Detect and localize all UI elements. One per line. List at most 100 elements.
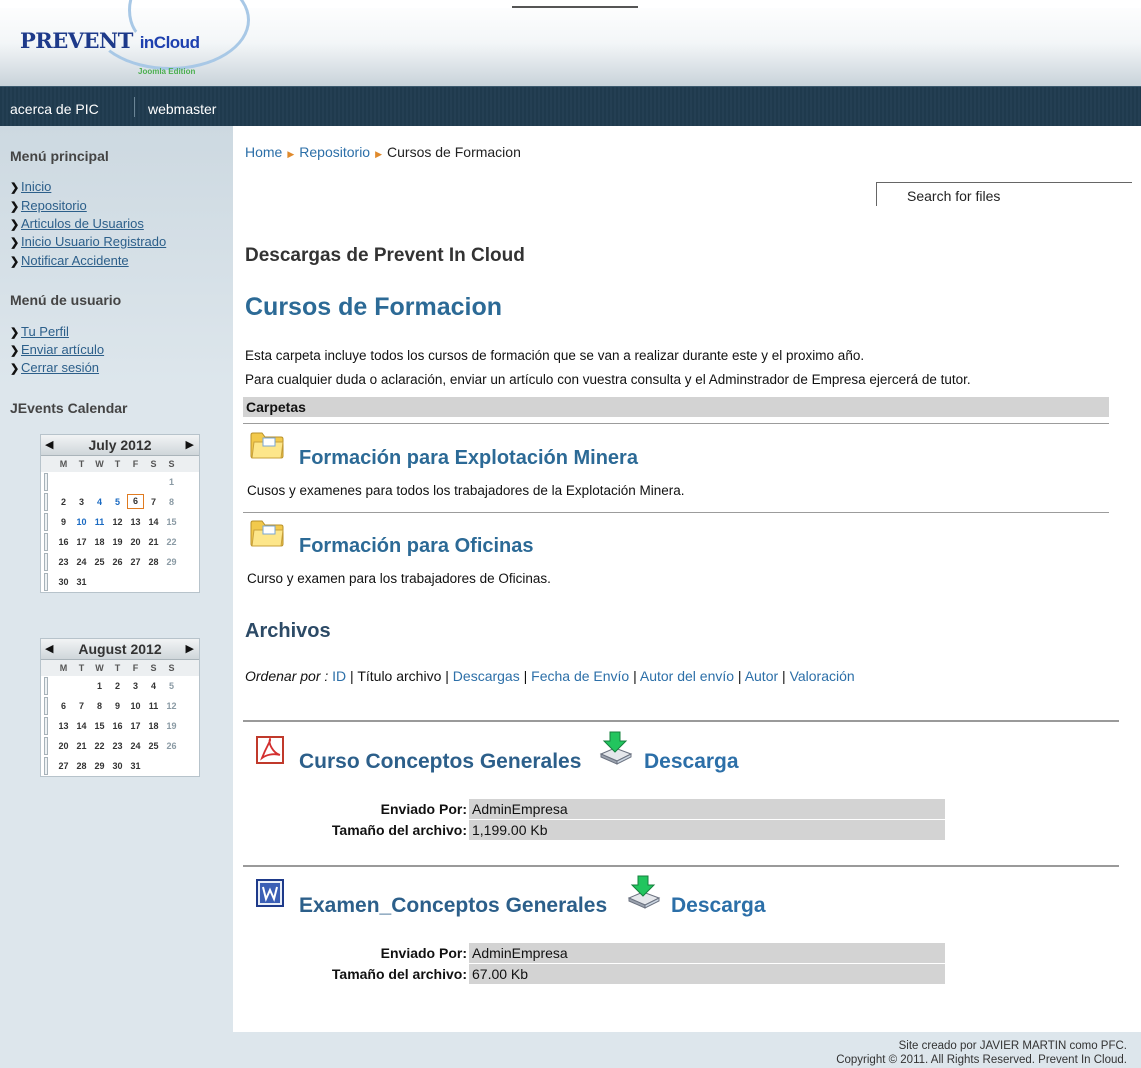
calendar-day[interactable]: 4 (145, 681, 162, 691)
calendar-day-today[interactable]: 6 (127, 494, 144, 509)
calendar-day[interactable]: 20 (127, 537, 144, 547)
folder-link-oficinas[interactable]: Formación para Oficinas (299, 535, 534, 558)
calendar-day[interactable]: 20 (55, 741, 72, 751)
folder-icon[interactable] (249, 517, 285, 547)
calendar-day[interactable]: 21 (73, 741, 90, 751)
calendar-day[interactable]: 5 (163, 681, 180, 691)
calendar-day[interactable]: 29 (163, 557, 180, 567)
calendar-day[interactable]: 9 (55, 517, 72, 527)
sort-id-link[interactable]: ID (332, 668, 346, 684)
week-link[interactable] (44, 717, 48, 735)
nav-item-about[interactable]: acerca de PIC (10, 101, 99, 117)
calendar-day[interactable]: 23 (109, 741, 126, 751)
calendar-day[interactable]: 18 (91, 537, 108, 547)
calendar-day[interactable]: 26 (163, 741, 180, 751)
calendar-day[interactable]: 24 (127, 741, 144, 751)
sort-author-link[interactable]: Autor (745, 668, 778, 684)
calendar-day[interactable]: 7 (73, 701, 90, 711)
calendar-day[interactable]: 29 (91, 761, 108, 771)
sort-rating-link[interactable]: Valoración (790, 668, 855, 684)
file-link-examen[interactable]: Examen_Conceptos Generales (299, 894, 607, 918)
calendar-day[interactable]: 12 (163, 701, 180, 711)
calendar-day[interactable]: 8 (163, 497, 180, 507)
search-input[interactable]: Search for files (876, 182, 1132, 206)
word-icon[interactable] (255, 878, 285, 908)
file-link-curso[interactable]: Curso Conceptos Generales (299, 750, 581, 774)
calendar-day[interactable]: 15 (163, 517, 180, 527)
calendar-day[interactable]: 3 (127, 681, 144, 691)
download-link[interactable]: Descarga (644, 750, 739, 774)
calendar-day[interactable]: 7 (145, 497, 162, 507)
week-link[interactable] (44, 493, 48, 511)
calendar-day[interactable]: 2 (55, 497, 72, 507)
calendar-day[interactable]: 4 (91, 497, 108, 507)
calendar-day[interactable]: 25 (145, 741, 162, 751)
calendar-day[interactable]: 14 (145, 517, 162, 527)
breadcrumb-home[interactable]: Home (245, 144, 282, 160)
week-link[interactable] (44, 553, 48, 571)
week-link[interactable] (44, 533, 48, 551)
calendar-day[interactable]: 19 (163, 721, 180, 731)
download-link[interactable]: Descarga (671, 894, 766, 918)
calendar-day[interactable]: 15 (91, 721, 108, 731)
breadcrumb-repositorio[interactable]: Repositorio (299, 144, 370, 160)
sidebar-link-inicio[interactable]: ❯ Inicio (10, 179, 51, 194)
week-link[interactable] (44, 513, 48, 531)
calendar-day[interactable]: 17 (73, 537, 90, 547)
calendar-day[interactable]: 16 (55, 537, 72, 547)
calendar-day[interactable]: 31 (127, 761, 144, 771)
sidebar-link-enviar[interactable]: ❯ Enviar artículo (10, 342, 104, 357)
week-link[interactable] (44, 757, 48, 775)
calendar-day[interactable]: 1 (91, 681, 108, 691)
calendar-day[interactable]: 17 (127, 721, 144, 731)
pdf-icon[interactable] (255, 735, 285, 765)
calendar-day[interactable]: 11 (91, 517, 108, 527)
sidebar-link-perfil[interactable]: ❯ Tu Perfil (10, 324, 69, 339)
sort-date-link[interactable]: Fecha de Envío (531, 668, 629, 684)
calendar-day[interactable]: 10 (73, 517, 90, 527)
sidebar-link-inicio-registrado[interactable]: ❯ Inicio Usuario Registrado (10, 234, 166, 249)
calendar-day[interactable]: 16 (109, 721, 126, 731)
calendar-day[interactable]: 27 (55, 761, 72, 771)
calendar-day[interactable]: 10 (127, 701, 144, 711)
calendar-day[interactable]: 19 (109, 537, 126, 547)
calendar-day[interactable]: 30 (55, 577, 72, 587)
sidebar-link-notificar[interactable]: ❯ Notificar Accidente (10, 253, 129, 268)
next-month-icon[interactable]: ▶ (186, 438, 194, 451)
calendar-day[interactable]: 2 (109, 681, 126, 691)
calendar-day[interactable]: 12 (109, 517, 126, 527)
calendar-day[interactable]: 13 (55, 721, 72, 731)
calendar-day[interactable]: 23 (55, 557, 72, 567)
sort-sender-link[interactable]: Autor del envío (640, 668, 734, 684)
calendar-day[interactable]: 28 (145, 557, 162, 567)
calendar-day[interactable]: 27 (127, 557, 144, 567)
sort-downloads-link[interactable]: Descargas (453, 668, 520, 684)
calendar-day[interactable]: 1 (163, 477, 180, 487)
calendar-day[interactable]: 26 (109, 557, 126, 567)
week-link[interactable] (44, 677, 48, 695)
calendar-day[interactable]: 21 (145, 537, 162, 547)
download-icon[interactable] (595, 730, 635, 766)
calendar-day[interactable]: 3 (73, 497, 90, 507)
week-link[interactable] (44, 737, 48, 755)
week-link[interactable] (44, 473, 48, 491)
calendar-day[interactable]: 31 (73, 577, 90, 587)
download-icon[interactable] (623, 874, 663, 910)
calendar-day[interactable]: 24 (73, 557, 90, 567)
sidebar-link-cerrar[interactable]: ❯ Cerrar sesión (10, 360, 99, 375)
calendar-day[interactable]: 30 (109, 761, 126, 771)
folder-icon[interactable] (249, 429, 285, 459)
folder-link-mineria[interactable]: Formación para Explotación Minera (299, 447, 638, 470)
calendar-day[interactable]: 6 (55, 701, 72, 711)
calendar-day[interactable]: 8 (91, 701, 108, 711)
calendar-day[interactable]: 28 (73, 761, 90, 771)
calendar-day[interactable]: 11 (145, 701, 162, 711)
sidebar-link-repositorio[interactable]: ❯ Repositorio (10, 198, 87, 213)
week-link[interactable] (44, 573, 48, 591)
calendar-day[interactable]: 14 (73, 721, 90, 731)
week-link[interactable] (44, 697, 48, 715)
nav-item-webmaster[interactable]: webmaster (148, 101, 216, 117)
site-logo[interactable]: PREVENT inCloud Joomla Edition (10, 0, 250, 82)
calendar-day[interactable]: 25 (91, 557, 108, 567)
calendar-day[interactable]: 18 (145, 721, 162, 731)
